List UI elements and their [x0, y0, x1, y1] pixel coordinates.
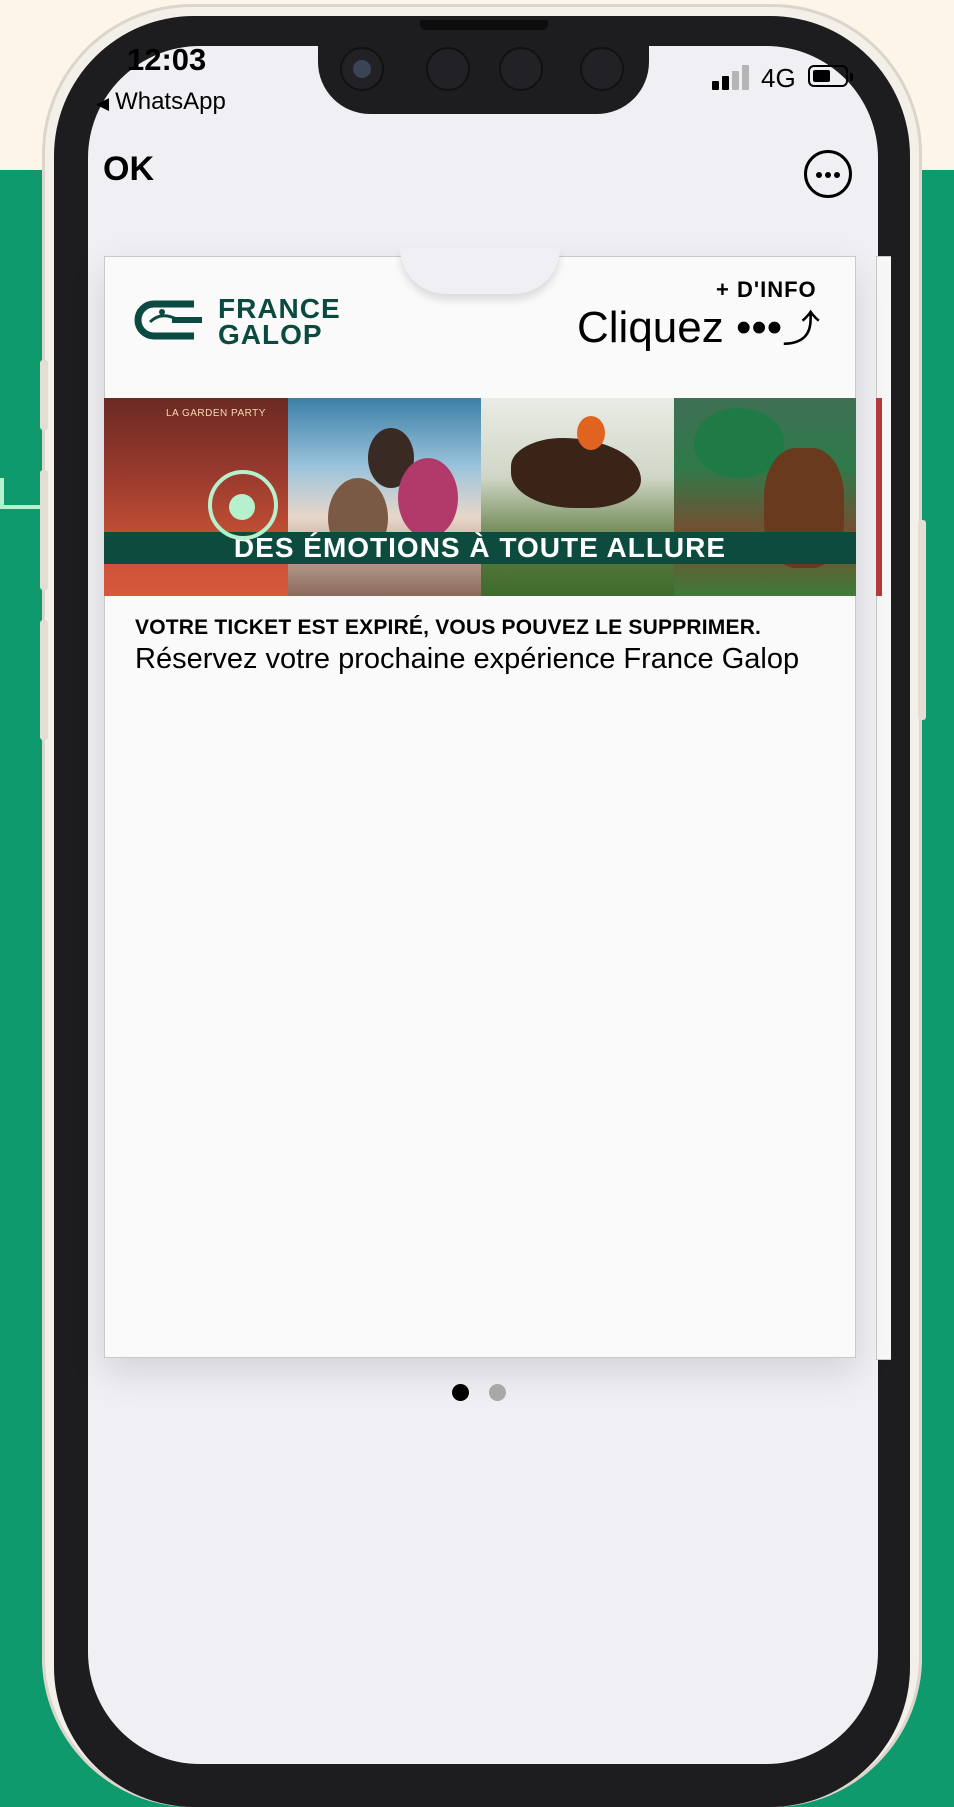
back-app-label: WhatsApp — [115, 88, 226, 115]
page-dot[interactable] — [452, 1384, 469, 1401]
banner-panel-jump — [481, 398, 674, 596]
pass-notch-cutout — [400, 248, 560, 294]
brand-logo-text: FRANCE GALOP — [218, 295, 341, 350]
horse-shape — [511, 438, 641, 508]
phone-volume-up — [40, 470, 48, 590]
status-time: 12:03 — [127, 42, 207, 77]
banner-panel1-label: LA GARDEN PARTY — [166, 408, 266, 419]
sensor-icon — [426, 47, 470, 91]
battery-level — [813, 70, 830, 82]
share-arrow-icon: ⤴ — [782, 309, 821, 351]
next-pass-banner-edge — [876, 398, 882, 596]
banner-slogan: DES ÉMOTIONS À TOUTE ALLURE — [104, 532, 856, 564]
callout-connector-vertical — [0, 478, 4, 508]
logo-line2: GALOP — [218, 319, 323, 350]
page-dot[interactable] — [489, 1384, 506, 1401]
back-to-app-link[interactable]: ◀ WhatsApp — [96, 88, 226, 116]
france-galop-logo-icon — [134, 300, 202, 340]
ok-button[interactable]: OK — [103, 150, 154, 189]
page-indicator[interactable] — [452, 1384, 512, 1404]
phone-mute-switch — [40, 360, 48, 430]
cellular-signal-icon — [712, 64, 752, 90]
jockey-shape — [577, 416, 605, 450]
phone-power-button — [918, 520, 926, 720]
phone-notch — [318, 20, 649, 114]
banner-panel-jockey — [674, 398, 856, 596]
sensor-icon — [580, 47, 624, 91]
phone-volume-down — [40, 620, 48, 740]
back-triangle-icon: ◀ — [96, 94, 110, 113]
battery-nub — [850, 73, 853, 81]
front-camera-icon — [340, 47, 384, 91]
figure-shape — [398, 458, 458, 538]
reserve-cta-text: Réservez votre prochaine expérience Fran… — [135, 643, 800, 675]
info-field-value[interactable]: Cliquez •••⤴ — [577, 298, 820, 353]
speaker-grille — [420, 20, 548, 30]
network-type: 4G — [761, 63, 796, 93]
expired-notice: VOTRE TICKET EST EXPIRÉ, VOUS POUVEZ LE … — [135, 616, 762, 639]
battery-icon — [808, 65, 853, 87]
info-value-text: Cliquez ••• — [577, 303, 783, 352]
banner-panel-family — [288, 398, 481, 596]
callout-dot — [229, 494, 255, 520]
ellipsis-circle-icon[interactable] — [804, 150, 852, 198]
sensor-icon — [499, 47, 543, 91]
